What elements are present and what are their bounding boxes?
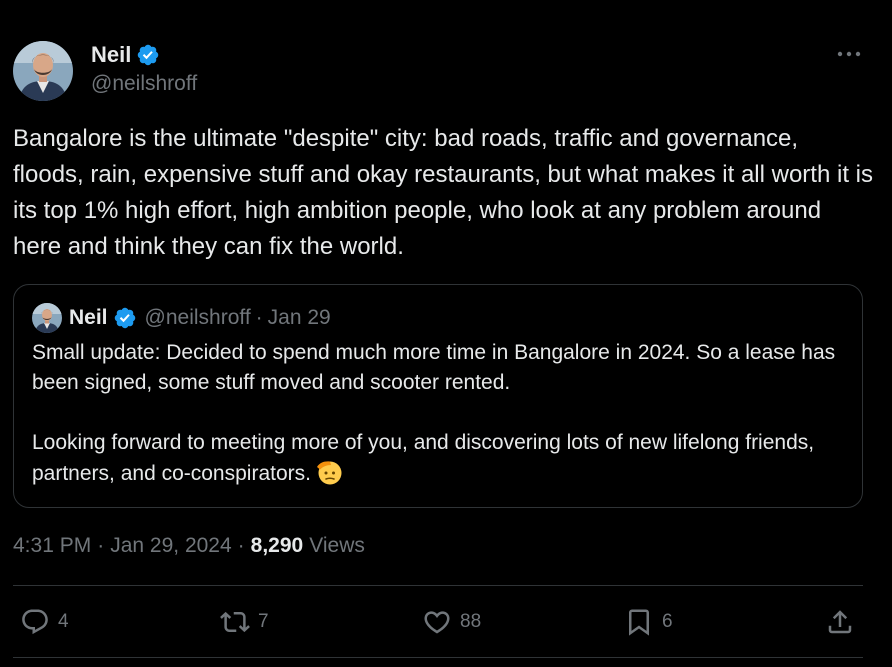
like-button[interactable]: 88 (422, 606, 481, 638)
quoted-author-handle: @neilshroff (144, 306, 251, 329)
more-icon[interactable] (836, 44, 862, 64)
verified-badge-icon (114, 307, 135, 329)
reply-count: 4 (58, 611, 69, 632)
tweet-text: Bangalore is the ultimate "despite" city… (13, 125, 873, 260)
views-count: 8,290 (250, 534, 304, 557)
quoted-separator: · (255, 306, 263, 329)
meta-separator: · (97, 534, 105, 557)
heart-icon (424, 611, 450, 634)
divider (13, 585, 863, 586)
author-handle[interactable]: @neilshroff (91, 72, 197, 96)
repost-icon (220, 611, 250, 633)
repost-count: 7 (258, 611, 269, 632)
quoted-author-avatar (32, 303, 62, 333)
share-button[interactable] (825, 606, 855, 638)
author-avatar[interactable] (13, 41, 73, 101)
quoted-paragraph: Looking forward to meeting more of you, … (32, 428, 842, 489)
repost-button[interactable]: 7 (220, 606, 269, 638)
like-count: 88 (460, 611, 482, 632)
reply-button[interactable]: 4 (20, 606, 69, 638)
reply-icon (22, 609, 48, 635)
views-label: Views (309, 534, 365, 557)
author-block: Neil @neilshroff (91, 41, 197, 96)
tweet-detail: Neil @neilshroff Bangalore is the ultima… (0, 0, 892, 667)
tweet-meta: 4:31 PM · Jan 29, 2024 · 8,290 Views (13, 532, 365, 560)
quoted-date: Jan 29 (267, 306, 331, 329)
quoted-tweet-header: Neil @neilshroff · Jan 29 (32, 303, 331, 333)
meta-separator: · (237, 534, 245, 557)
divider (13, 657, 863, 658)
tweet-date[interactable]: Jan 29, 2024 (110, 534, 231, 558)
verified-badge-icon[interactable] (136, 43, 160, 67)
bookmark-button[interactable]: 6 (624, 606, 673, 638)
quoted-tweet-text: Small update: Decided to spend much more… (32, 338, 842, 489)
saluting-face-icon (316, 461, 342, 485)
bookmark-count: 6 (662, 611, 673, 632)
quoted-tweet[interactable]: Neil @neilshroff · Jan 29 Small update: … (13, 284, 863, 508)
author-name-row: Neil (91, 41, 197, 69)
quoted-paragraph: Small update: Decided to spend much more… (32, 341, 836, 394)
author-name[interactable]: Neil (91, 42, 131, 68)
quoted-author-name: Neil (69, 306, 108, 329)
share-icon (828, 610, 852, 634)
bookmark-icon (629, 609, 649, 636)
quoted-paragraph-text: Looking forward to meeting more of you, … (32, 431, 815, 485)
tweet-time[interactable]: 4:31 PM (13, 534, 91, 558)
